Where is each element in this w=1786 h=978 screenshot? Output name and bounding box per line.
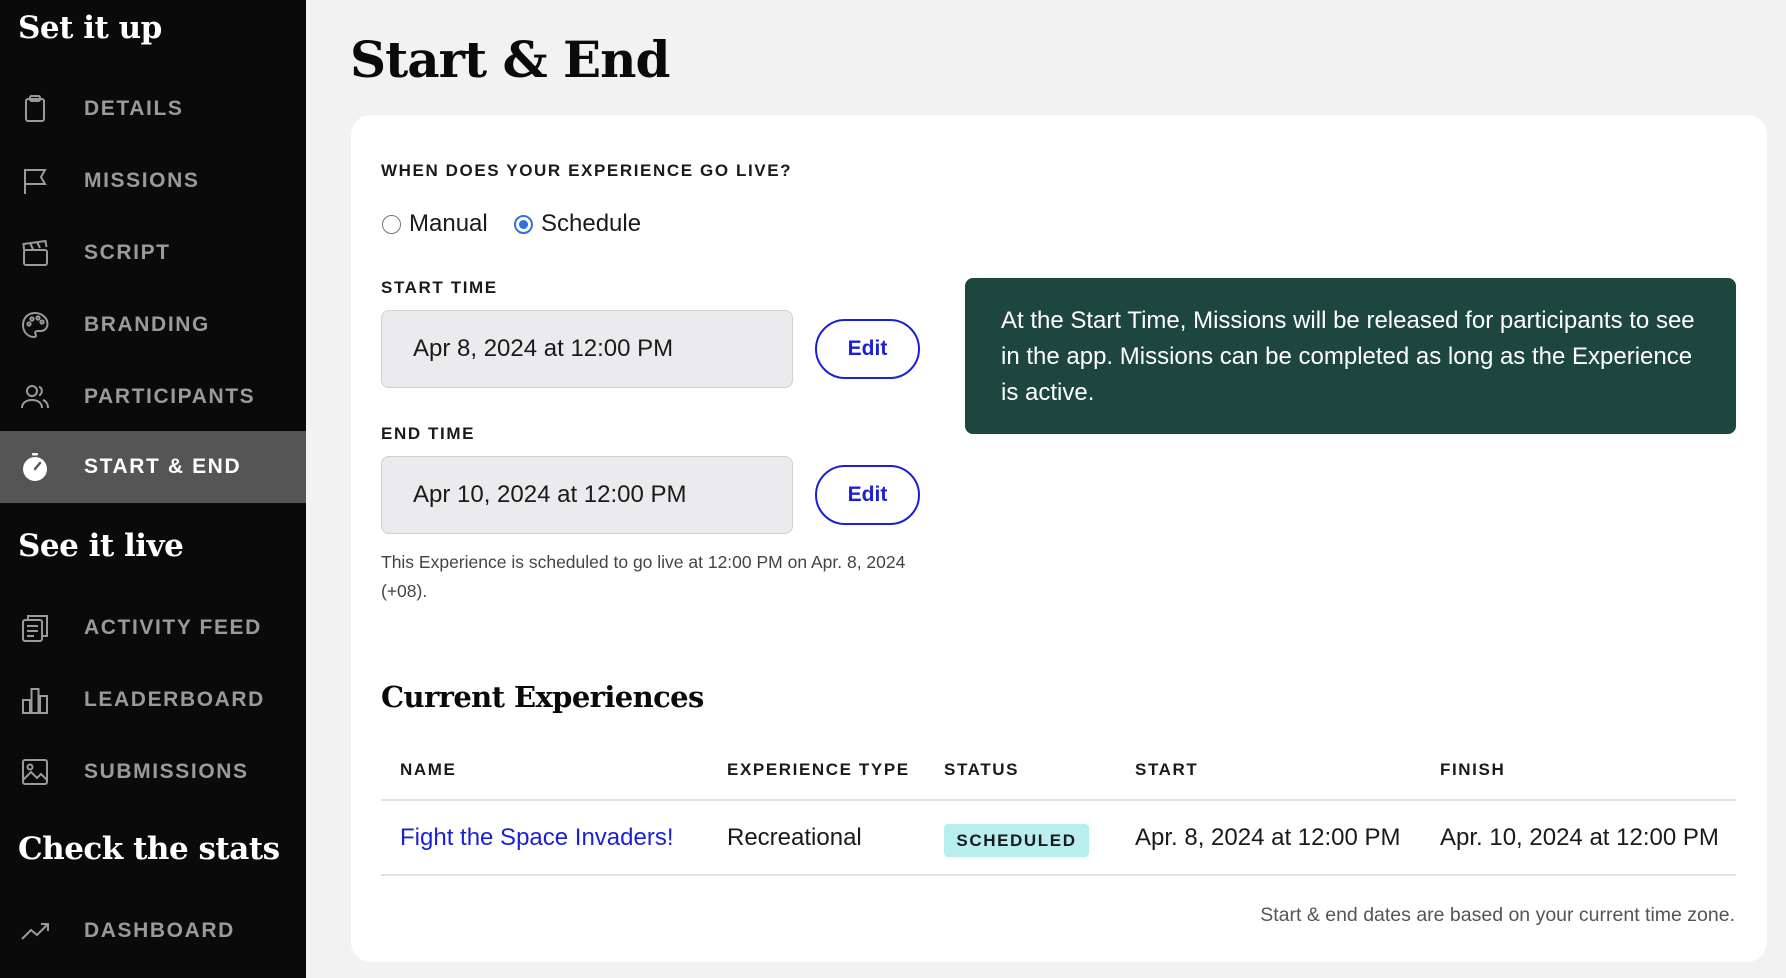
end-time-field: Apr 10, 2024 at 12:00 PM — [381, 456, 793, 534]
sidebar-item-label: LEADERBOARD — [84, 688, 265, 711]
go-live-question: WHEN DOES YOUR EXPERIENCE GO LIVE? — [381, 161, 793, 180]
clipboard-icon — [19, 93, 51, 125]
sidebar-item-details[interactable]: DETAILS — [0, 73, 306, 145]
finish-date-cell: Apr. 10, 2024 at 12:00 PM — [1440, 824, 1719, 851]
radio-label: Schedule — [541, 210, 642, 237]
sidebar-item-dashboard[interactable]: DASHBOARD — [0, 895, 306, 967]
column-header-name: NAME — [400, 760, 457, 779]
schedule-hint: This Experience is scheduled to go live … — [381, 552, 906, 601]
bar-chart-icon — [19, 684, 51, 716]
experience-name-link[interactable]: Fight the Space Invaders! — [400, 824, 674, 852]
sidebar-item-label: ACTIVITY FEED — [84, 616, 262, 639]
radio-button[interactable] — [382, 214, 401, 234]
column-header-start: START — [1135, 760, 1199, 779]
section-title-check-the-stats: Check the stats — [18, 831, 280, 867]
trend-icon — [19, 915, 51, 947]
sidebar-item-label: PARTICIPANTS — [84, 385, 256, 408]
sidebar-item-participants[interactable]: PARTICIPANTS — [0, 361, 306, 433]
sidebar-item-label: BRANDING — [84, 313, 210, 336]
sidebar-item-submissions[interactable]: SUBMISSIONS — [0, 736, 306, 808]
edit-start-time-button[interactable]: Edit — [815, 319, 920, 379]
start-date-cell: Apr. 8, 2024 at 12:00 PM — [1135, 824, 1401, 851]
sidebar-item-label: DASHBOARD — [84, 919, 235, 942]
radio-label: Manual — [409, 210, 488, 237]
start-time-field: Apr 8, 2024 at 12:00 PM — [381, 310, 793, 388]
section-title-set-it-up: Set it up — [18, 10, 162, 46]
sidebar-item-label: DETAILS — [84, 97, 184, 120]
status-badge: SCHEDULED — [944, 824, 1089, 857]
sidebar-item-label: MISSIONS — [84, 169, 200, 192]
stopwatch-icon — [19, 451, 51, 483]
table-header-divider — [381, 799, 1736, 801]
flag-icon — [19, 165, 51, 197]
radio-manual[interactable]: Manual — [382, 210, 488, 238]
image-icon — [19, 756, 51, 788]
people-icon — [19, 381, 51, 413]
start-time-label: START TIME — [381, 278, 498, 297]
clapperboard-icon — [19, 237, 51, 269]
end-time-label: END TIME — [381, 424, 476, 443]
table-row-divider — [381, 874, 1736, 876]
sidebar-item-branding[interactable]: BRANDING — [0, 289, 306, 361]
radio-schedule[interactable]: Schedule — [514, 210, 641, 238]
palette-icon — [19, 309, 51, 341]
column-header-finish: FINISH — [1440, 760, 1506, 779]
info-callout: At the Start Time, Missions will be rele… — [965, 278, 1736, 434]
feed-icon — [19, 612, 51, 644]
column-header-status: STATUS — [944, 760, 1020, 779]
section-title-see-it-live: See it live — [18, 528, 184, 564]
experience-type-cell: Recreational — [727, 824, 862, 851]
sidebar-item-activity-feed[interactable]: ACTIVITY FEED — [0, 592, 306, 664]
sidebar-item-label: START & END — [84, 455, 242, 478]
sidebar-item-leaderboard[interactable]: LEADERBOARD — [0, 664, 306, 736]
current-experiences-heading: Current Experiences — [381, 680, 704, 714]
sidebar-item-missions[interactable]: MISSIONS — [0, 145, 306, 217]
radio-button[interactable] — [514, 214, 533, 234]
sidebar: Set it up DETAILS MISSIONS SCRIPT BRANDI… — [0, 0, 306, 978]
sidebar-item-script[interactable]: SCRIPT — [0, 217, 306, 289]
page-title: Start & End — [350, 30, 670, 89]
sidebar-item-start-end[interactable]: START & END — [0, 431, 306, 503]
edit-end-time-button[interactable]: Edit — [815, 465, 920, 525]
column-header-experience-type: EXPERIENCE TYPE — [727, 760, 910, 779]
sidebar-item-label: SUBMISSIONS — [84, 760, 249, 783]
sidebar-item-label: SCRIPT — [84, 241, 171, 264]
timezone-footnote: Start & end dates are based on your curr… — [1260, 904, 1735, 926]
